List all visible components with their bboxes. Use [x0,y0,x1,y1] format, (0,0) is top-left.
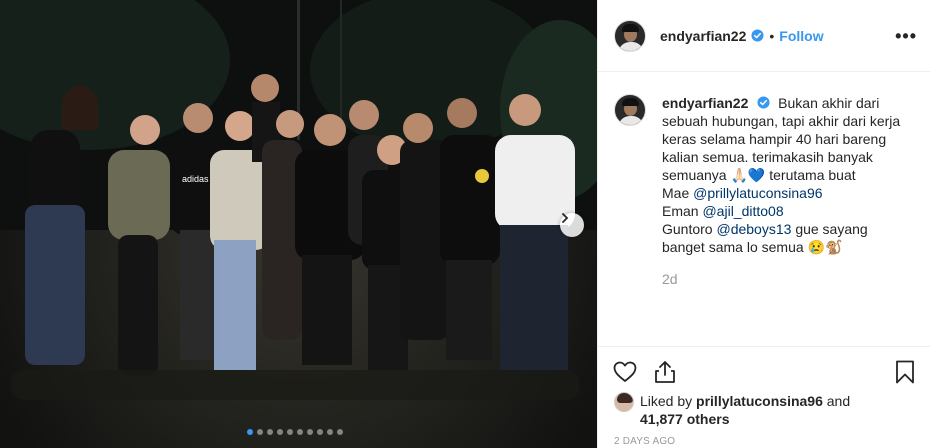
svg-text:adidas: adidas [182,174,209,184]
mention-link[interactable]: @deboys13 [716,221,791,237]
liker-username[interactable]: prillylatuconsina96 [696,393,823,409]
author-avatar[interactable] [614,19,646,52]
carousel-dot [287,429,293,435]
post-header: endyarfian22 • Follow ••• [598,0,930,72]
follow-button[interactable]: Follow [779,28,823,44]
mention-link[interactable]: @ajil_ditto08 [702,203,783,219]
verified-badge-icon [757,96,770,109]
heart-icon[interactable] [612,359,638,385]
header-separator: • [769,27,775,44]
author-username[interactable]: endyarfian22 [660,28,746,44]
post-caption: endyarfian22 Bukan akhir dari sebuah hub… [614,94,924,288]
carousel-dot [247,429,253,435]
caption-timestamp: 2d [662,271,678,287]
bookmark-icon[interactable] [892,359,918,385]
carousel-dot [257,429,263,435]
post-photo[interactable]: adidas [0,0,597,448]
caption-line-eman: Eman [662,203,699,219]
caption-line-mae: Mae [662,185,690,201]
carousel-dot [337,429,343,435]
caption-emoji-2: 😢🐒 [807,239,843,255]
caption-body-2: terutama buat [769,167,856,183]
caption-text: endyarfian22 Bukan akhir dari sebuah hub… [662,94,912,288]
caption-line-guntoro: Guntoro [662,221,713,237]
caption-emoji-1: 🙏🏻💙 [730,167,766,183]
verified-badge-icon [751,29,764,42]
post-actions [598,346,930,396]
carousel-dot [277,429,283,435]
likes-count[interactable]: 41,877 others [640,411,730,427]
caption-avatar[interactable] [614,94,646,126]
carousel-indicator [247,429,343,435]
post-side-panel: endyarfian22 • Follow ••• endyarfian22 B… [597,0,930,448]
group-photo-image: adidas [0,0,597,448]
likes-middle: and [826,393,851,409]
carousel-dot [317,429,323,435]
post-time-ago[interactable]: 2 DAYS AGO [614,436,675,447]
caption-username[interactable]: endyarfian22 [662,95,748,111]
likes-summary: Liked by prillylatuconsina96 and 41,877 … [614,392,880,428]
chevron-right-icon [562,213,569,223]
likes-text: Liked by prillylatuconsina96 and 41,877 … [640,392,880,428]
carousel-dot [297,429,303,435]
carousel-dot [327,429,333,435]
liker-avatar[interactable] [614,392,634,412]
mention-link[interactable]: @prillylatuconsina96 [693,185,822,201]
carousel-dot [307,429,313,435]
likes-prefix: Liked by [640,393,693,409]
carousel-dot [267,429,273,435]
more-icon[interactable]: ••• [895,26,917,47]
share-icon[interactable] [652,359,678,385]
next-photo-button[interactable] [560,213,584,237]
